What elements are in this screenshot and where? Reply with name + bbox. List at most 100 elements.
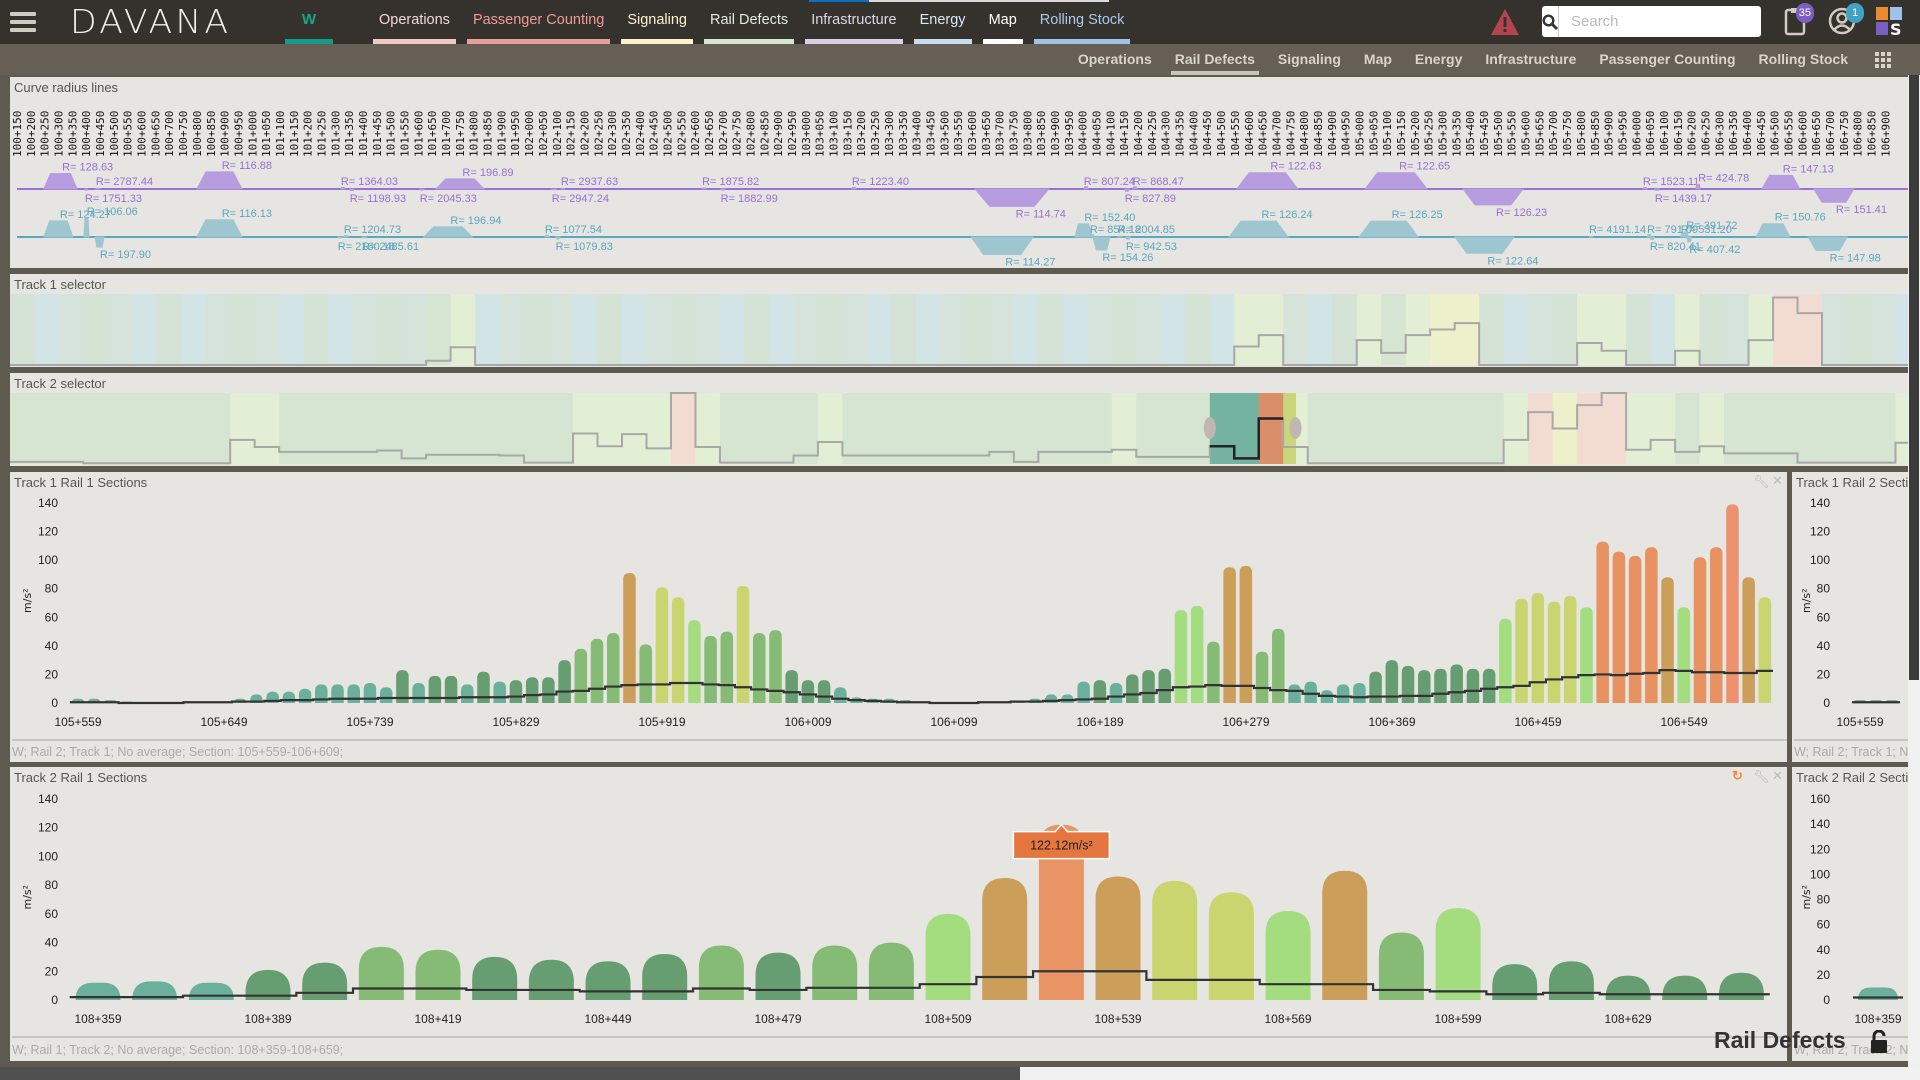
selector-stripe[interactable] [205, 393, 231, 464]
bar[interactable] [834, 687, 847, 703]
bar[interactable] [698, 945, 744, 1000]
bar[interactable] [1288, 684, 1301, 703]
selector-stripe[interactable] [1601, 294, 1627, 365]
bar[interactable] [1548, 961, 1594, 1000]
bar[interactable] [720, 631, 734, 703]
bar[interactable] [1190, 605, 1204, 703]
track-2-selector[interactable] [10, 373, 1908, 466]
bar[interactable] [1126, 674, 1139, 703]
selector-stripe[interactable] [817, 393, 843, 464]
selector-stripe[interactable] [964, 294, 990, 365]
selector-stripe[interactable] [181, 393, 207, 464]
bar[interactable] [1401, 665, 1415, 703]
selector-stripe[interactable] [1822, 393, 1848, 464]
subnav-operations[interactable]: Operations [1074, 44, 1156, 75]
bar[interactable] [1662, 975, 1708, 1000]
selector-stripe[interactable] [1111, 294, 1137, 365]
selector-stripe[interactable] [83, 294, 109, 365]
bar[interactable] [1515, 598, 1528, 703]
selector-stripe[interactable] [1846, 393, 1872, 464]
selector-stripe[interactable] [1797, 393, 1823, 464]
selector-stripe[interactable] [1234, 294, 1260, 365]
bar[interactable] [1208, 892, 1254, 1000]
nav-operations[interactable]: Operations [373, 0, 456, 44]
selector-stripe[interactable] [10, 393, 35, 464]
selector-stripe[interactable] [1870, 393, 1896, 464]
bar[interactable] [347, 684, 360, 703]
bar[interactable] [785, 670, 798, 703]
selector-stripe[interactable] [132, 294, 158, 365]
bar[interactable] [1434, 668, 1447, 703]
selector-stripe[interactable] [891, 393, 917, 464]
selector-stripe[interactable] [597, 393, 623, 464]
selector-stripe[interactable] [1479, 393, 1505, 464]
bar[interactable] [817, 680, 831, 703]
selector-stripe[interactable] [1675, 294, 1701, 365]
selector-stripe[interactable] [1307, 393, 1333, 464]
selector-stripe[interactable] [156, 294, 182, 365]
selector-stripe[interactable] [768, 393, 794, 464]
bar[interactable] [1353, 683, 1366, 703]
bar[interactable] [331, 684, 344, 703]
selector-stripe[interactable] [548, 393, 574, 464]
bar[interactable] [623, 573, 636, 703]
bar[interactable] [1605, 975, 1651, 1000]
selector-stripe[interactable] [1405, 393, 1431, 464]
selector-stripe[interactable] [401, 294, 427, 365]
unlock-icon[interactable] [1870, 1030, 1888, 1054]
bar[interactable] [1718, 972, 1764, 1000]
selector-stripe[interactable] [1650, 393, 1676, 464]
selector-stripe[interactable] [499, 294, 525, 365]
bar[interactable] [590, 638, 604, 703]
selector-stripe[interactable] [1699, 294, 1725, 365]
selector-stripe[interactable] [573, 393, 599, 464]
selector-stripe[interactable] [181, 294, 207, 365]
subnav-rail-defects[interactable]: Rail Defects [1170, 44, 1259, 75]
subnav-rolling-stock[interactable]: Rolling Stock [1755, 44, 1852, 75]
bar[interactable] [188, 982, 234, 1000]
selector-stripe[interactable] [842, 294, 868, 365]
vertical-scrollbar-thumb[interactable] [1909, 75, 1919, 680]
selector-stripe[interactable] [1577, 294, 1603, 365]
bar[interactable] [671, 597, 685, 703]
selector-stripe[interactable] [450, 294, 476, 365]
selector-stripe[interactable] [34, 294, 60, 365]
bar[interactable] [1435, 908, 1481, 1000]
selector-stripe[interactable] [1111, 393, 1137, 464]
selector-stripe[interactable] [254, 393, 280, 464]
selector-stripe[interactable] [915, 393, 941, 464]
bar[interactable] [1645, 547, 1658, 703]
selector-stripe[interactable] [1650, 294, 1676, 365]
selector-stripe[interactable] [475, 294, 501, 365]
selector-stripe[interactable] [58, 393, 84, 464]
search-icon[interactable] [1542, 6, 1559, 37]
nav-rail-defects[interactable]: Rail Defects [704, 0, 795, 44]
selector-stripe[interactable] [303, 393, 329, 464]
bar[interactable] [1628, 555, 1642, 703]
user-button[interactable]: 1 [1828, 3, 1864, 41]
refresh-icon[interactable]: ↻ [1732, 768, 1743, 784]
selector-stripe[interactable] [450, 393, 476, 464]
bar[interactable] [1142, 670, 1155, 703]
selector-stripe[interactable] [1356, 294, 1382, 365]
bar[interactable] [1612, 551, 1626, 703]
bar[interactable] [574, 648, 588, 703]
selector-stripe[interactable] [279, 393, 305, 464]
bar[interactable] [412, 683, 425, 703]
selector-stripe[interactable] [83, 393, 109, 464]
selector-stripe[interactable] [1062, 393, 1088, 464]
bar[interactable] [1109, 683, 1123, 703]
bar[interactable] [1563, 595, 1577, 703]
bar[interactable] [358, 946, 404, 1000]
selector-stripe[interactable] [1748, 294, 1774, 365]
selector-stripe[interactable] [1160, 294, 1186, 365]
selector-stripe[interactable] [622, 294, 647, 365]
bar[interactable] [493, 681, 506, 703]
bar[interactable] [1742, 577, 1755, 703]
subnav-signaling[interactable]: Signaling [1274, 44, 1345, 75]
selector-stripe[interactable] [58, 294, 84, 365]
bar[interactable] [1239, 565, 1253, 703]
bar[interactable] [558, 660, 571, 703]
selector-stripe[interactable] [1062, 294, 1088, 365]
bar[interactable] [1369, 671, 1382, 703]
